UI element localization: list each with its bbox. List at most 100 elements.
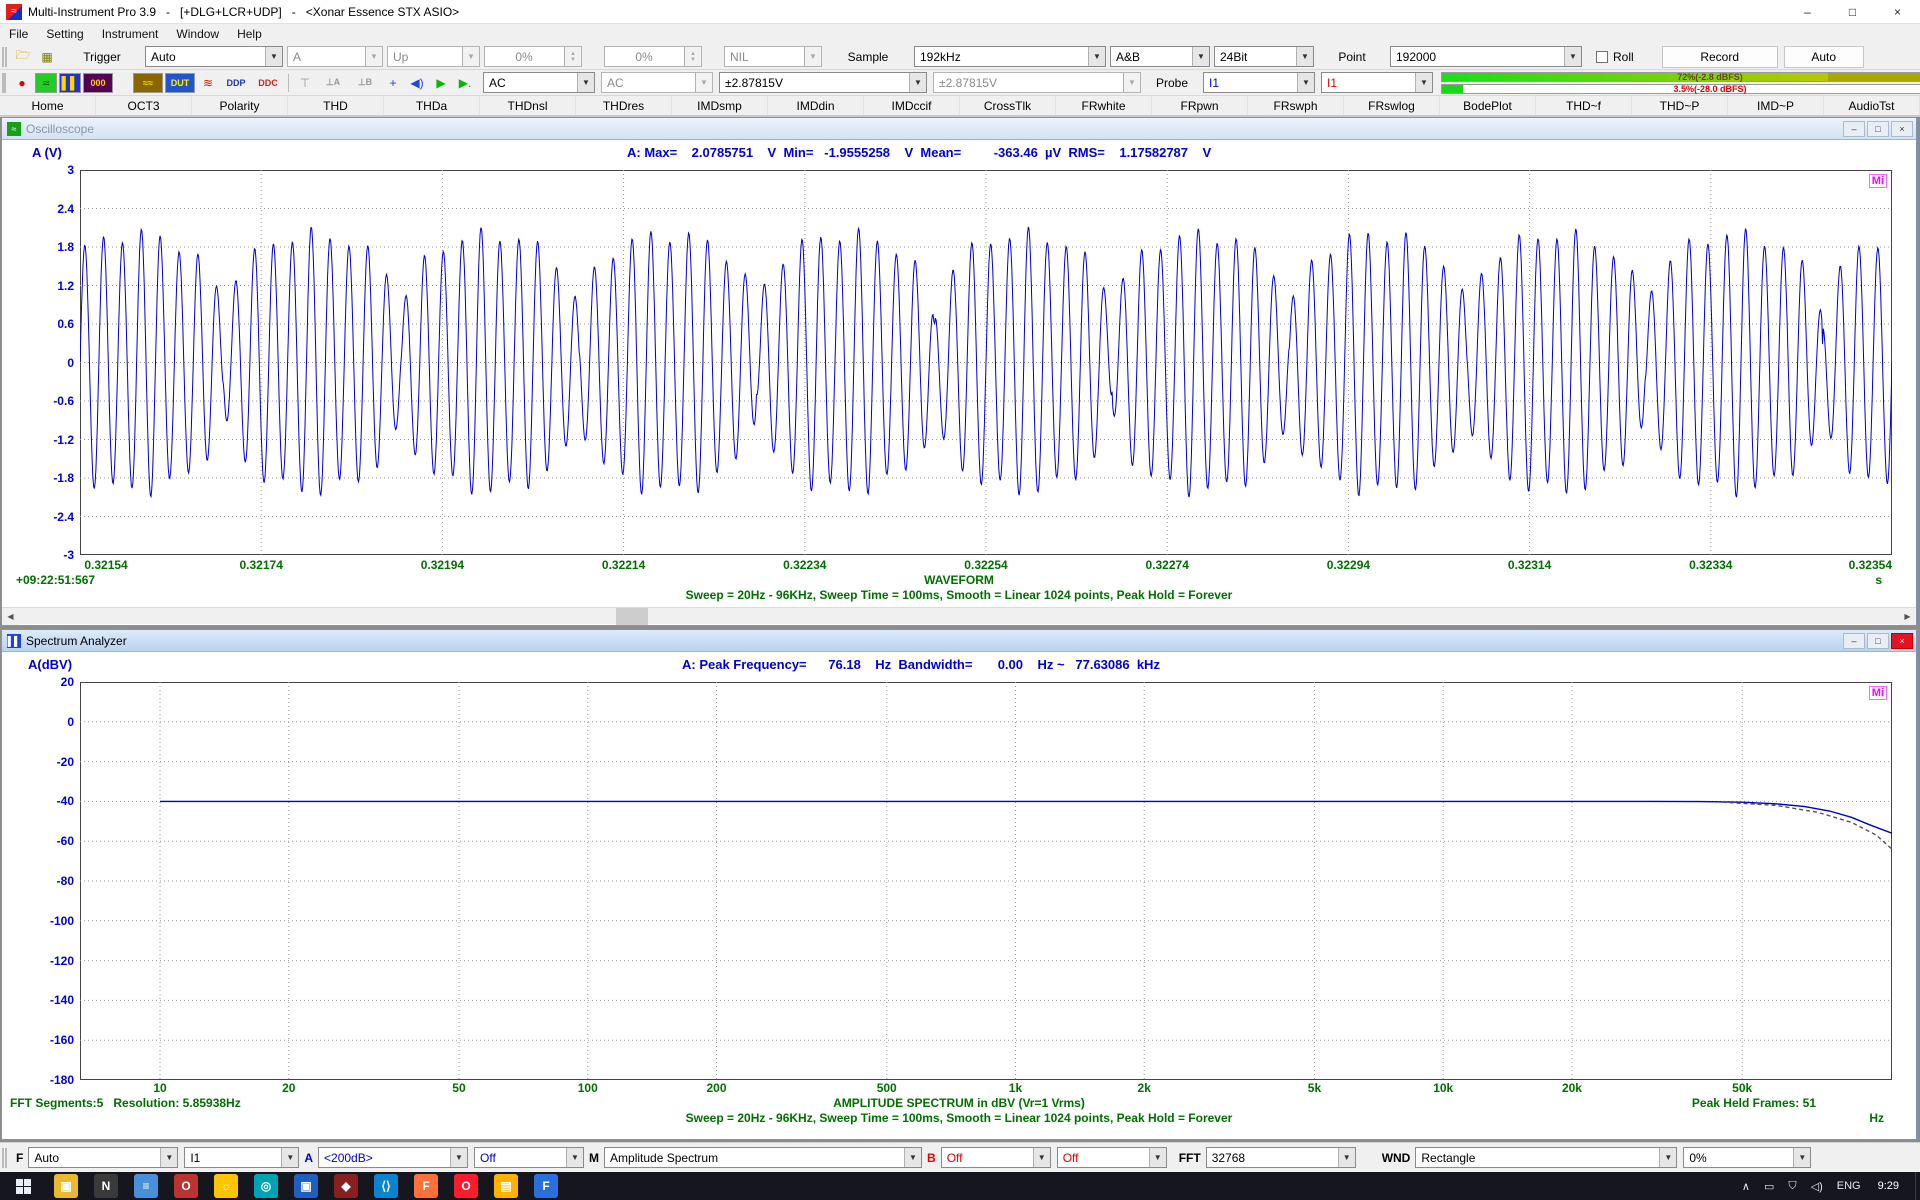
measurement-mode-select[interactable]: Amplitude Spectrum▼ bbox=[604, 1147, 922, 1168]
maximize-button[interactable]: □ bbox=[1867, 121, 1889, 137]
taskbar-app-10[interactable]: F bbox=[414, 1174, 438, 1198]
sample-rate-select[interactable]: 192kHz▼ bbox=[914, 46, 1106, 67]
maximize-button[interactable]: □ bbox=[1830, 0, 1875, 24]
tab-thd-f[interactable]: THD~f bbox=[1536, 96, 1632, 115]
clock[interactable]: 9:29 bbox=[1878, 1180, 1899, 1192]
range-a-select[interactable]: ±2.87815V▼ bbox=[719, 72, 927, 93]
tab-oct3[interactable]: OCT3 bbox=[96, 96, 192, 115]
minimize-button[interactable]: – bbox=[1785, 0, 1830, 24]
tab-thdnsl[interactable]: THDnsl bbox=[480, 96, 576, 115]
stop-icon[interactable]: ● bbox=[11, 73, 33, 93]
spectrum-3d-plot-icon[interactable]: ≋ bbox=[197, 73, 219, 93]
tab-thdres[interactable]: THDres bbox=[576, 96, 672, 115]
tab-bodeplot[interactable]: BodePlot bbox=[1440, 96, 1536, 115]
a-range-select[interactable]: <200dB>▼ bbox=[318, 1147, 468, 1168]
derived-data-curve-icon[interactable]: DDC bbox=[253, 73, 283, 93]
tab-audiotst[interactable]: AudioTst bbox=[1824, 96, 1920, 115]
probe-calibration-icon[interactable]: + bbox=[382, 73, 404, 93]
taskbar-app-4[interactable]: O bbox=[174, 1174, 198, 1198]
taskbar-app-1[interactable]: ▣ bbox=[54, 1174, 78, 1198]
frequency-mode-select[interactable]: Auto▼ bbox=[28, 1147, 178, 1168]
b-option-select[interactable]: Off▼ bbox=[1057, 1147, 1167, 1168]
probe-b-select[interactable]: I1▼ bbox=[1321, 72, 1433, 93]
show-desktop-button[interactable] bbox=[1915, 1172, 1920, 1200]
minimize-button[interactable]: – bbox=[1843, 633, 1865, 649]
auto-button[interactable]: Auto bbox=[1784, 46, 1864, 68]
a-option-select[interactable]: Off▼ bbox=[474, 1147, 584, 1168]
spectrum-titlebar[interactable]: ▌▌ Spectrum Analyzer – □ × bbox=[2, 630, 1916, 652]
open-file-icon[interactable]: 🗁 bbox=[12, 47, 34, 67]
save-file-icon[interactable]: ▦ bbox=[36, 47, 58, 67]
multimeter-icon[interactable]: 000 bbox=[83, 73, 113, 93]
volume-icon[interactable]: ◁) bbox=[1811, 1180, 1823, 1193]
spectrum-analyzer-icon[interactable]: ▌▌ bbox=[59, 73, 81, 93]
tab-crosstlk[interactable]: CrossTlk bbox=[960, 96, 1056, 115]
taskbar-app-11[interactable]: O bbox=[454, 1174, 478, 1198]
taskbar-app-5[interactable]: ☼ bbox=[214, 1174, 238, 1198]
taskbar-app-12[interactable]: ▤ bbox=[494, 1174, 518, 1198]
sound-output-icon[interactable]: ◀) bbox=[406, 73, 428, 93]
coupling-a-select[interactable]: AC▼ bbox=[483, 72, 595, 93]
taskbar-app-2[interactable]: N bbox=[94, 1174, 118, 1198]
app-titlebar[interactable]: ≈ Multi-Instrument Pro 3.9 - [+DLG+LCR+U… bbox=[0, 0, 1920, 24]
oscilloscope-titlebar[interactable]: ≈ Oscilloscope – □ × bbox=[2, 118, 1916, 140]
tab-imdsmp[interactable]: IMDsmp bbox=[672, 96, 768, 115]
maximize-button[interactable]: □ bbox=[1867, 633, 1889, 649]
menu-instrument[interactable]: Instrument bbox=[93, 24, 168, 44]
tab-imdccif[interactable]: IMDccif bbox=[864, 96, 960, 115]
device-test-plan-icon[interactable]: DUT bbox=[165, 73, 195, 93]
toolbar-grip[interactable] bbox=[2, 47, 7, 67]
menu-file[interactable]: File bbox=[0, 24, 37, 44]
close-button[interactable]: × bbox=[1875, 0, 1920, 24]
tab-polarity[interactable]: Polarity bbox=[192, 96, 288, 115]
fft-size-select[interactable]: 32768▼ bbox=[1206, 1147, 1356, 1168]
start-button[interactable] bbox=[0, 1172, 46, 1200]
point-count-select[interactable]: 192000▼ bbox=[1390, 46, 1582, 67]
roll-checkbox[interactable]: Roll bbox=[1596, 50, 1634, 64]
signal-generator-icon[interactable]: ≈≈ bbox=[133, 73, 163, 93]
b-range-select[interactable]: Off▼ bbox=[941, 1147, 1051, 1168]
sample-bits-select[interactable]: 24Bit▼ bbox=[1214, 46, 1314, 67]
sample-channels-select[interactable]: A&B▼ bbox=[1110, 46, 1210, 67]
scroll-left-icon[interactable]: ◀ bbox=[2, 608, 19, 625]
taskbar-app-8[interactable]: ◆ bbox=[334, 1174, 358, 1198]
record-button[interactable]: Record bbox=[1662, 46, 1778, 68]
menu-window[interactable]: Window bbox=[167, 24, 228, 44]
tray-chevron-icon[interactable]: ∧ bbox=[1742, 1180, 1750, 1193]
taskbar-app-7[interactable]: ▣ bbox=[294, 1174, 318, 1198]
close-button[interactable]: × bbox=[1891, 121, 1913, 137]
tab-thd-p[interactable]: THD~P bbox=[1632, 96, 1728, 115]
tab-frpwn[interactable]: FRpwn bbox=[1152, 96, 1248, 115]
osc-horizontal-scrollbar[interactable]: ◀ ▶ bbox=[2, 607, 1916, 624]
toolbar-grip[interactable] bbox=[2, 73, 6, 93]
tab-imd-p[interactable]: IMD~P bbox=[1728, 96, 1824, 115]
toolbar-grip[interactable] bbox=[2, 1148, 7, 1168]
scrollbar-thumb[interactable] bbox=[616, 608, 648, 625]
oscilloscope-icon[interactable]: ≈ bbox=[35, 73, 57, 93]
data-definition-probe-icon[interactable]: DDP bbox=[221, 73, 251, 93]
tab-frswlog[interactable]: FRswlog bbox=[1344, 96, 1440, 115]
security-icon[interactable]: ⛉ bbox=[1788, 1180, 1796, 1193]
trigger-mode-select[interactable]: Auto▼ bbox=[145, 46, 283, 67]
scroll-right-icon[interactable]: ▶ bbox=[1899, 608, 1916, 625]
taskbar-app-6[interactable]: ◎ bbox=[254, 1174, 278, 1198]
frequency-channel-select[interactable]: I1▼ bbox=[184, 1147, 299, 1168]
run-icon[interactable]: ▶ bbox=[430, 73, 452, 93]
network-icon[interactable]: ▭ bbox=[1764, 1180, 1774, 1193]
taskbar-app-9[interactable]: ⟨⟩ bbox=[374, 1174, 398, 1198]
probe-a-select[interactable]: I1▼ bbox=[1203, 72, 1315, 93]
minimize-button[interactable]: – bbox=[1843, 121, 1865, 137]
menu-help[interactable]: Help bbox=[228, 24, 271, 44]
tab-thd[interactable]: THD bbox=[288, 96, 384, 115]
tab-frwhite[interactable]: FRwhite bbox=[1056, 96, 1152, 115]
tab-imddin[interactable]: IMDdin bbox=[768, 96, 864, 115]
close-button[interactable]: × bbox=[1891, 633, 1913, 649]
waveform-plot[interactable]: Mi bbox=[80, 170, 1892, 555]
window-function-select[interactable]: Rectangle▼ bbox=[1415, 1147, 1677, 1168]
tab-thda[interactable]: THDa bbox=[384, 96, 480, 115]
menu-setting[interactable]: Setting bbox=[37, 24, 92, 44]
overlap-select[interactable]: 0%▼ bbox=[1683, 1147, 1811, 1168]
tab-home[interactable]: Home bbox=[0, 96, 96, 115]
taskbar-app-13[interactable]: F bbox=[534, 1174, 558, 1198]
language-indicator[interactable]: ENG bbox=[1837, 1180, 1861, 1192]
